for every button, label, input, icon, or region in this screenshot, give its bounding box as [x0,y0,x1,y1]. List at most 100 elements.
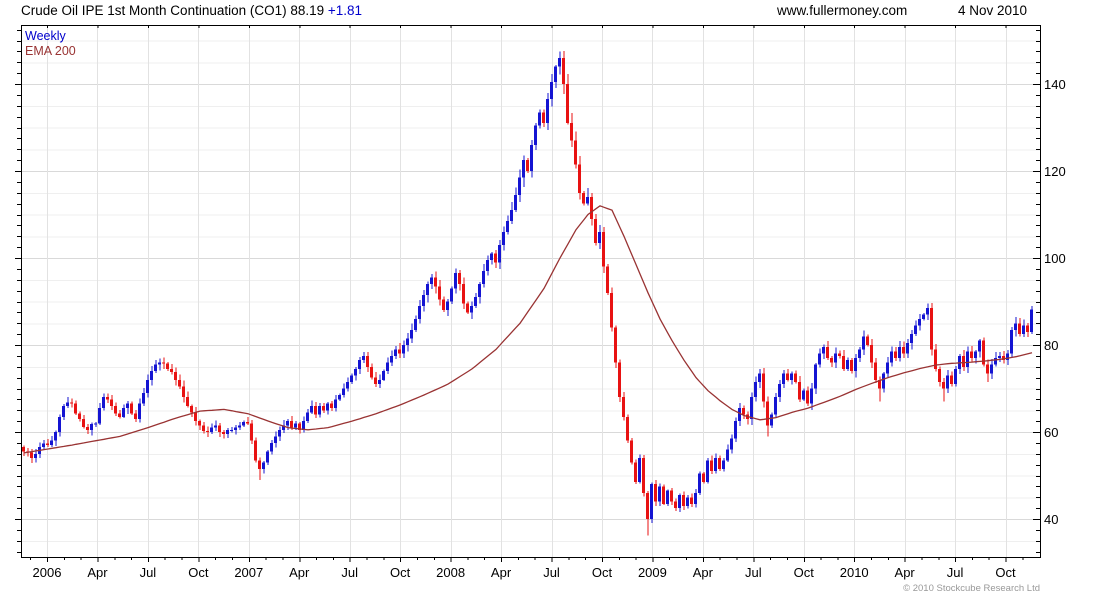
candle-week-53 [234,427,237,430]
candle-week-235 [962,355,965,367]
candle-week-91 [386,362,389,372]
candle-week-210 [862,336,865,350]
candle-week-183 [754,381,757,398]
candle-week-33 [154,364,157,372]
candle-week-191 [786,373,789,380]
candle-week-59 [258,460,261,469]
candle-week-126 [526,160,529,171]
candle-week-118 [494,253,497,263]
candle-week-15 [82,418,85,427]
candle-week-130 [542,112,545,124]
candle-week-180 [742,408,745,415]
candle-week-198 [814,364,817,389]
candle-week-99 [418,305,421,319]
candle-week-20 [102,397,105,409]
candle-week-39 [178,379,181,387]
candle-week-57 [250,423,253,441]
candle-week-43 [194,412,197,422]
legend-ema-label: EMA 200 [25,44,76,58]
candle-week-248 [1014,323,1017,330]
candle-week-177 [730,438,733,450]
candle-week-24 [118,413,121,417]
candle-week-151 [626,416,629,441]
candle-week-114 [478,284,481,298]
candle-week-188 [774,397,777,415]
y-axis-label-100: 100 [1044,251,1066,266]
candle-week-49 [218,425,221,432]
candle-week-30 [142,392,145,404]
x-axis-label-Apr: Apr [895,565,916,580]
candle-week-25 [122,408,125,417]
candle-week-122 [510,210,513,222]
price-chart: 2006 Apr Jul Oct 2007 Apr Jul Oct 2008 Apr Jul Oct 2… [0,0,1100,600]
candle-week-165 [682,495,685,506]
candle-week-70 [302,421,305,430]
chart-canvas: 2006 Apr Jul Oct 2007 Apr Jul Oct 2008 Apr Jul Oct 2… [15,25,1066,580]
candle-week-249 [1018,323,1021,335]
candle-week-74 [318,405,321,415]
candle-week-195 [802,390,805,400]
candle-week-14 [78,413,81,419]
candle-week-56 [246,421,249,424]
candle-week-243 [994,358,997,365]
candle-week-63 [274,436,277,443]
candle-week-186 [766,401,769,426]
candle-week-134 [558,57,561,67]
candle-week-158 [654,484,657,502]
x-axis-label-Apr: Apr [693,565,714,580]
candle-week-196 [806,390,809,404]
candle-week-144 [598,231,601,243]
candle-week-135 [562,57,565,84]
candle-week-7 [50,440,53,446]
candle-week-6 [46,443,49,446]
candle-week-156 [646,492,649,519]
candle-week-26 [126,403,129,409]
x-axis-label-Oct: Oct [592,565,613,580]
ema-200-line [23,205,1033,454]
candle-week-216 [886,362,889,374]
chart-title: Crude Oil IPE 1st Month Continuation (CO… [21,3,362,18]
x-axis-label-2007: 2007 [234,565,263,580]
candle-week-182 [750,397,753,419]
candle-week-36 [166,363,169,369]
candle-week-76 [326,403,329,411]
candle-week-93 [394,349,397,356]
candle-week-71 [306,412,309,422]
candle-week-21 [106,397,109,400]
candle-week-237 [970,351,973,359]
candle-week-155 [642,458,645,493]
candle-week-202 [830,358,833,363]
candle-week-61 [266,451,269,463]
candle-week-83 [354,368,357,376]
candle-week-67 [290,421,293,428]
candle-week-10 [62,405,65,417]
candle-week-110 [462,284,465,304]
candle-week-34 [158,362,161,365]
candle-week-201 [826,347,829,359]
candle-week-127 [530,144,533,171]
candle-week-105 [442,299,445,311]
candle-week-111 [466,303,469,313]
candle-week-193 [794,373,797,382]
candle-week-123 [514,194,517,211]
candle-week-48 [214,425,217,428]
candle-week-222 [910,334,913,343]
candle-week-45 [202,425,205,432]
candle-week-190 [782,373,785,385]
candle-week-225 [922,314,925,319]
candle-week-218 [894,351,897,359]
candle-week-68 [294,423,297,428]
candle-week-136 [566,84,569,124]
candle-week-72 [310,405,313,413]
x-axis-label-Jul: Jul [140,565,157,580]
candle-week-252 [1030,309,1033,332]
candle-week-41 [186,397,189,406]
candle-week-153 [634,462,637,483]
candle-week-42 [190,405,193,413]
candle-week-52 [230,429,233,431]
candle-week-146 [606,266,609,293]
candle-week-174 [718,458,721,469]
candle-week-60 [262,462,265,469]
candle-week-31 [146,379,149,393]
x-axis-label-Apr: Apr [87,565,108,580]
